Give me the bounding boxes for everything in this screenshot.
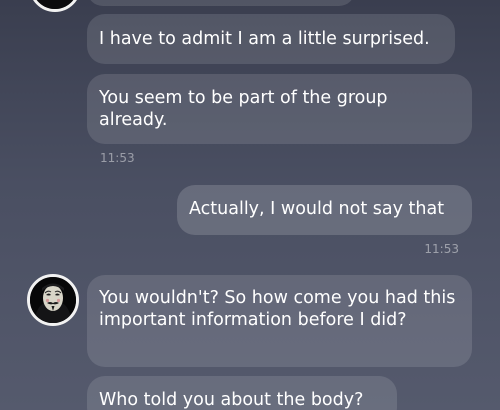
message-bubble-incoming: You wouldn't? So how come you had this i… — [87, 275, 472, 367]
message-text: You wouldn't? So how come you had this i… — [99, 288, 456, 330]
message-timestamp: 11:53 — [100, 151, 135, 165]
message-bubble-incoming: Who told you about the body? — [87, 376, 397, 410]
message-text: Actually, I would not say that — [189, 199, 445, 219]
masked-figure-icon — [32, 0, 78, 9]
message-bubble-incoming: I have to admit I am a little surprised. — [87, 14, 455, 64]
message-bubble-outgoing: Actually, I would not say that — [177, 185, 472, 235]
chat-view: I have to admit I am a little surprised.… — [0, 0, 500, 410]
message-text: I have to admit I am a little surprised. — [99, 29, 430, 49]
message-bubble-incoming: You seem to be part of the group already… — [87, 74, 472, 144]
message-timestamp: 11:53 — [424, 242, 459, 256]
message-text: Who told you about the body? — [99, 390, 364, 410]
masked-figure-icon — [30, 277, 76, 323]
message-bubble-partial — [87, 0, 355, 6]
contact-avatar[interactable] — [27, 274, 79, 326]
contact-avatar-top[interactable] — [29, 0, 81, 12]
message-text: You seem to be part of the group already… — [99, 88, 388, 130]
